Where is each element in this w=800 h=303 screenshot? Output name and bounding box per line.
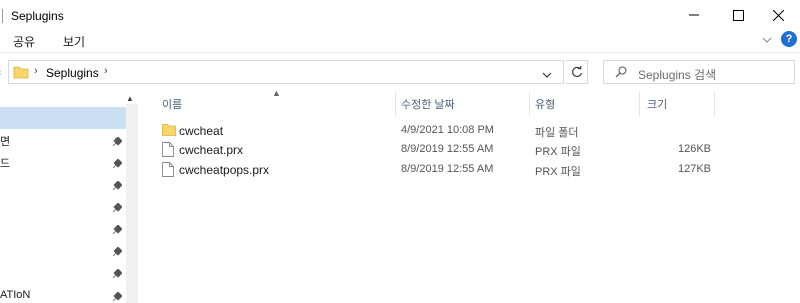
address-row: ‹ › Seplugins › Seplugins 검색	[0, 52, 800, 90]
column-divider[interactable]	[714, 92, 715, 116]
pin-icon[interactable]	[112, 224, 123, 235]
file-name[interactable]: cwcheatpops.prx	[179, 163, 269, 177]
column-header-name[interactable]: 이름	[162, 96, 182, 112]
title-separator	[2, 9, 3, 23]
file-size: 126KB	[677, 143, 711, 155]
nav-item[interactable]: 드	[0, 155, 108, 171]
breadcrumb-seplugins[interactable]: Seplugins	[46, 66, 99, 80]
window-title: Seplugins	[11, 9, 64, 23]
file-icon	[162, 142, 174, 160]
file-date: 8/9/2019 12:55 AM	[401, 143, 494, 155]
folder-icon	[162, 123, 176, 139]
pin-icon[interactable]	[112, 202, 123, 213]
column-divider[interactable]	[529, 92, 530, 116]
folder-icon	[13, 65, 29, 82]
ribbon-expand-button[interactable]	[762, 33, 772, 47]
ribbon-tabs: 공유 보기 ?	[0, 30, 800, 52]
address-bar[interactable]: › Seplugins ›	[8, 60, 564, 84]
pin-icon[interactable]	[112, 291, 123, 302]
close-button[interactable]	[756, 0, 800, 30]
breadcrumb-chevron-icon[interactable]: ›	[104, 65, 108, 77]
pin-icon[interactable]	[112, 158, 123, 169]
file-row[interactable]: cwcheat.prx 8/9/2019 12:55 AM PRX 파일 126…	[157, 140, 717, 160]
pin-icon[interactable]	[112, 136, 123, 147]
refresh-icon	[571, 66, 582, 77]
file-row[interactable]: cwcheat 4/9/2021 10:08 PM 파일 폴더	[157, 121, 717, 141]
file-type: PRX 파일	[535, 146, 581, 158]
file-icon	[162, 162, 174, 180]
file-name[interactable]: cwcheat.prx	[179, 143, 243, 157]
column-header-size[interactable]: 크기	[647, 96, 667, 112]
title-bar: Seplugins	[0, 0, 800, 32]
scroll-up-icon[interactable]: ▲	[126, 94, 134, 103]
file-size: 127KB	[677, 163, 711, 175]
pin-icon[interactable]	[112, 246, 123, 257]
file-type: 파일 폴더	[535, 127, 579, 139]
search-input[interactable]: Seplugins 검색	[638, 66, 716, 83]
tab-share[interactable]: 공유	[13, 33, 35, 50]
file-date: 4/9/2021 10:08 PM	[401, 124, 494, 136]
column-header-type[interactable]: 유형	[535, 96, 555, 112]
navigation-pane: ▲ 면 드 ATIoN	[0, 90, 140, 303]
maximize-icon	[732, 9, 744, 21]
sort-ascending-icon: ▲	[272, 88, 281, 98]
minimize-button[interactable]	[672, 0, 716, 30]
pin-icon[interactable]	[112, 268, 123, 279]
chevron-down-icon	[762, 37, 772, 43]
refresh-button[interactable]	[566, 60, 588, 84]
column-header-date[interactable]: 수정한 날짜	[401, 96, 455, 112]
close-icon	[772, 9, 784, 21]
file-row[interactable]: cwcheatpops.prx 8/9/2019 12:55 AM PRX 파일…	[157, 160, 717, 180]
search-icon	[615, 66, 627, 81]
address-history-button[interactable]	[542, 68, 552, 82]
nav-scrollbar[interactable]	[126, 104, 138, 303]
maximize-button[interactable]	[716, 0, 760, 30]
file-name[interactable]: cwcheat	[179, 124, 223, 138]
search-box[interactable]: Seplugins 검색	[603, 60, 795, 84]
nav-item[interactable]: ATIoN	[0, 289, 108, 301]
file-type: PRX 파일	[535, 166, 581, 178]
pin-icon[interactable]	[112, 180, 123, 191]
back-arrow-icon[interactable]: ‹	[0, 67, 1, 78]
nav-item[interactable]: 면	[0, 133, 108, 149]
column-divider[interactable]	[395, 92, 396, 116]
breadcrumb-chevron-icon[interactable]: ›	[34, 65, 38, 77]
file-date: 8/9/2019 12:55 AM	[401, 163, 494, 175]
tab-view[interactable]: 보기	[63, 33, 85, 50]
minimize-icon	[689, 14, 699, 16]
column-divider[interactable]	[639, 92, 640, 116]
help-button[interactable]: ?	[781, 31, 797, 47]
chevron-down-icon	[542, 72, 552, 78]
nav-selected-item[interactable]	[0, 107, 126, 129]
